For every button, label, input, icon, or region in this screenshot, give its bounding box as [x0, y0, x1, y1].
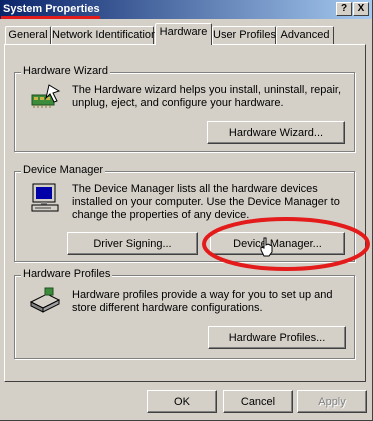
hardware-wizard-group-title: Hardware Wizard — [21, 65, 110, 77]
device-manager-group-title: Device Manager — [21, 164, 106, 176]
hardware-profiles-button[interactable]: Hardware Profiles... — [208, 326, 346, 349]
device-manager-button[interactable]: Device Manager... — [210, 232, 345, 255]
driver-signing-button-label: Driver Signing... — [93, 237, 172, 250]
close-button[interactable]: X — [353, 2, 369, 16]
window-title: System Properties — [3, 3, 100, 15]
hand-cursor-icon — [260, 237, 273, 257]
driver-signing-button[interactable]: Driver Signing... — [67, 232, 198, 255]
help-button[interactable]: ? — [336, 2, 352, 16]
device-manager-description: The Device Manager lists all the hardwar… — [72, 183, 340, 221]
computer-icon — [31, 183, 59, 212]
hardware-wizard-icon — [31, 84, 61, 108]
tab-panel-hardware: Hardware Wizard The Hardware wizard help… — [4, 44, 366, 382]
system-properties-window: System Properties ? X General Network Id… — [0, 0, 373, 421]
cancel-button-label: Cancel — [240, 395, 276, 408]
hardware-wizard-button-label: Hardware Wizard... — [228, 126, 324, 139]
device-manager-button-label: Device Manager... — [233, 237, 322, 250]
tab-general[interactable]: General — [5, 26, 51, 44]
tab-network-identification[interactable]: Network Identification — [51, 26, 157, 44]
hardware-profiles-group: Hardware Profiles Hardware profiles prov… — [14, 268, 355, 359]
hardware-profiles-description: Hardware profiles provide a way for you … — [72, 289, 333, 314]
tab-user-profiles[interactable]: User Profiles — [212, 26, 276, 44]
hardware-wizard-group: Hardware Wizard The Hardware wizard help… — [14, 65, 355, 152]
hardware-profiles-button-label: Hardware Profiles... — [228, 331, 326, 344]
title-annotation-underline — [1, 16, 100, 19]
apply-button[interactable]: Apply — [297, 390, 367, 413]
cancel-button[interactable]: Cancel — [223, 390, 293, 413]
hardware-profiles-group-title: Hardware Profiles — [21, 268, 113, 280]
tab-advanced[interactable]: Advanced — [276, 26, 334, 44]
hardware-wizard-button[interactable]: Hardware Wizard... — [207, 121, 345, 144]
apply-button-label: Apply — [318, 395, 346, 408]
device-manager-group: Device Manager The Device Manager lists … — [14, 164, 355, 262]
ok-button-label: OK — [174, 395, 190, 408]
hardware-profiles-icon — [29, 287, 61, 313]
tab-hardware[interactable]: Hardware — [155, 23, 212, 45]
ok-button[interactable]: OK — [147, 390, 217, 413]
title-bar[interactable]: System Properties ? X — [0, 0, 372, 19]
hardware-wizard-description: The Hardware wizard helps you install, u… — [72, 84, 342, 109]
